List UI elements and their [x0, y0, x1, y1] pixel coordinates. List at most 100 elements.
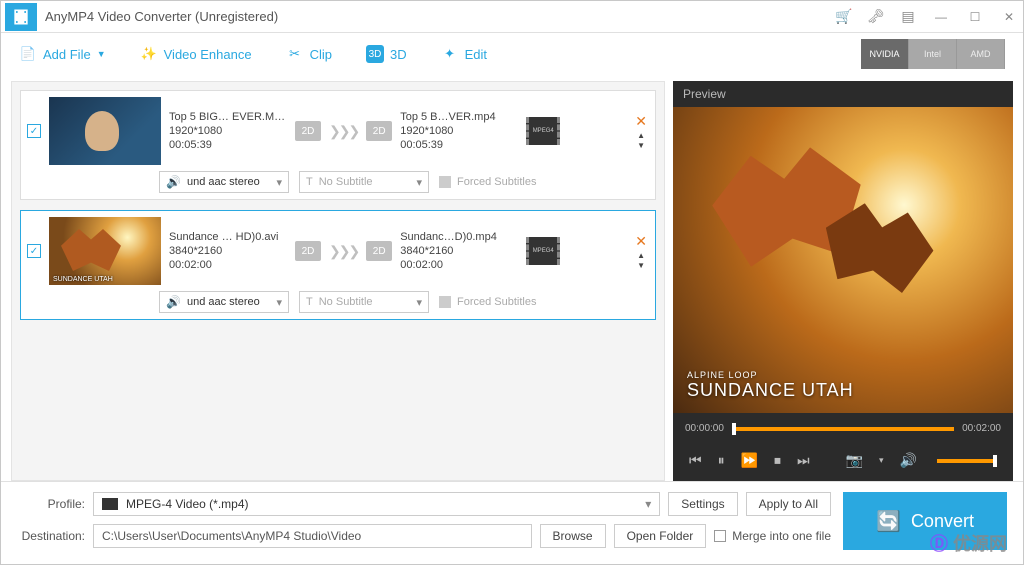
forced-subtitles-toggle[interactable]: Forced Subtitles — [439, 176, 536, 188]
thumbnail[interactable] — [49, 97, 161, 165]
move-up-icon[interactable]: ▲ — [637, 132, 645, 140]
seek-bar[interactable] — [732, 427, 954, 431]
key-icon[interactable]: 🗝 — [867, 8, 885, 26]
audio-select[interactable]: 🔊 und aac stereo ▾ — [159, 291, 289, 313]
apply-all-button[interactable]: Apply to All — [746, 492, 831, 516]
source-duration: 00:02:00 — [169, 259, 287, 271]
open-folder-button[interactable]: Open Folder — [614, 524, 707, 548]
chevron-down-icon: ▾ — [276, 296, 282, 309]
app-logo-icon — [5, 3, 37, 31]
audio-value: und aac stereo — [187, 296, 260, 308]
maximize-button[interactable]: ☐ — [965, 10, 985, 24]
checkbox-empty-icon — [714, 530, 726, 542]
video-enhance-button[interactable]: ✨ Video Enhance — [140, 45, 252, 63]
remove-item-button[interactable]: ✕ — [635, 233, 647, 250]
file-row[interactable]: ✓ SUNDANCE UTAH Sundance … HD)0.avi 3840… — [20, 210, 656, 320]
gpu-tabs: NVIDIA Intel AMD — [861, 39, 1005, 69]
main-area: ✓ Top 5 BIG… EVER.MP4 1920*1080 00:05:39… — [1, 75, 1023, 481]
audio-select[interactable]: 🔊 und aac stereo ▾ — [159, 171, 289, 193]
next-button[interactable]: ⏭ — [797, 452, 810, 469]
snapshot-button[interactable]: 📷 — [846, 452, 863, 469]
settings-button[interactable]: Settings — [668, 492, 737, 516]
profile-select[interactable]: MPEG-4 Video (*.mp4) ▾ — [93, 492, 660, 516]
audio-icon: 🔊 — [166, 175, 181, 189]
add-file-button[interactable]: 📄 Add File ▼ — [19, 45, 106, 63]
checkbox[interactable]: ✓ — [27, 244, 41, 258]
cart-icon[interactable]: 🛒 — [835, 8, 853, 26]
file-row[interactable]: ✓ Top 5 BIG… EVER.MP4 1920*1080 00:05:39… — [20, 90, 656, 200]
dest-filename: Top 5 B…VER.mp4 — [400, 111, 518, 123]
subtitle-select[interactable]: T No Subtitle ▾ — [299, 171, 429, 193]
time-current: 00:00:00 — [685, 423, 724, 434]
preview-caption-main: SUNDANCE UTAH — [687, 380, 854, 401]
format-icon[interactable]: MPEG4 — [526, 237, 560, 265]
dest-duration: 00:05:39 — [400, 139, 518, 151]
convert-button[interactable]: 🔄 Convert — [843, 492, 1007, 550]
edit-button[interactable]: ✦ Edit — [441, 45, 487, 63]
chevron-down-icon: ▾ — [416, 296, 422, 309]
browse-button[interactable]: Browse — [540, 524, 606, 548]
chevron-down-icon: ▾ — [416, 176, 422, 189]
stop-button[interactable]: ⏹ — [774, 452, 781, 469]
edit-label: Edit — [465, 47, 487, 62]
minimize-button[interactable]: — — [931, 10, 951, 24]
dest-duration: 00:02:00 — [400, 259, 518, 271]
arrow-icon: ❯❯❯ — [329, 243, 358, 260]
format-icon[interactable]: MPEG4 — [526, 117, 560, 145]
prev-button[interactable]: ⏮ — [689, 452, 702, 469]
timeline: 00:00:00 00:02:00 — [673, 413, 1013, 444]
preview-pane: Preview ALPINE LOOP SUNDANCE UTAH 00:00:… — [673, 81, 1013, 481]
move-down-icon[interactable]: ▼ — [637, 142, 645, 150]
clip-button[interactable]: ✂ Clip — [286, 45, 332, 63]
move-up-icon[interactable]: ▲ — [637, 252, 645, 260]
chevron-down-icon: ▾ — [645, 497, 651, 511]
preview-image[interactable]: ALPINE LOOP SUNDANCE UTAH — [673, 107, 1013, 413]
profile-icon — [102, 498, 118, 510]
remove-item-button[interactable]: ✕ — [635, 113, 647, 130]
snapshot-settings-button[interactable]: ▾ — [879, 455, 884, 466]
dest-resolution: 1920*1080 — [400, 125, 518, 137]
merge-label: Merge into one file — [732, 529, 831, 543]
audio-value: und aac stereo — [187, 176, 260, 188]
close-button[interactable]: ✕ — [999, 10, 1019, 24]
profile-value: MPEG-4 Video (*.mp4) — [126, 497, 249, 511]
3d-button[interactable]: 3D 3D — [366, 45, 407, 63]
gpu-tab-intel[interactable]: Intel — [909, 39, 957, 69]
toolbar: 📄 Add File ▼ ✨ Video Enhance ✂ Clip 3D 3… — [1, 33, 1023, 75]
gpu-tab-amd[interactable]: AMD — [957, 39, 1005, 69]
checkbox-empty-icon — [439, 296, 451, 308]
forced-subtitles-toggle[interactable]: Forced Subtitles — [439, 296, 536, 308]
destination-input[interactable]: C:\Users\User\Documents\AnyMP4 Studio\Vi… — [93, 524, 532, 548]
titlebar: AnyMP4 Video Converter (Unregistered) 🛒 … — [1, 1, 1023, 33]
move-down-icon[interactable]: ▼ — [637, 262, 645, 270]
pause-button[interactable]: ⏸ — [718, 452, 725, 469]
dest-resolution: 3840*2160 — [400, 245, 518, 257]
source-2d-badge: 2D — [295, 241, 321, 261]
seek-knob[interactable] — [732, 423, 736, 435]
profile-label: Profile: — [17, 497, 85, 511]
audio-icon: 🔊 — [166, 295, 181, 309]
source-filename: Top 5 BIG… EVER.MP4 — [169, 111, 287, 123]
thumbnail[interactable]: SUNDANCE UTAH — [49, 217, 161, 285]
file-list: ✓ Top 5 BIG… EVER.MP4 1920*1080 00:05:39… — [11, 81, 665, 481]
3d-icon: 3D — [366, 45, 384, 63]
subtitle-placeholder: No Subtitle — [319, 176, 373, 188]
fastfwd-button[interactable]: ⏩ — [741, 452, 758, 469]
volume-slider[interactable] — [937, 459, 997, 463]
subtitle-select[interactable]: T No Subtitle ▾ — [299, 291, 429, 313]
source-resolution: 1920*1080 — [169, 125, 287, 137]
checkbox[interactable]: ✓ — [27, 124, 41, 138]
preview-caption-sub: ALPINE LOOP — [687, 370, 854, 380]
menu-icon[interactable]: ▤ — [899, 8, 917, 26]
edit-icon: ✦ — [441, 45, 459, 63]
gpu-tab-nvidia[interactable]: NVIDIA — [861, 39, 909, 69]
merge-toggle[interactable]: Merge into one file — [714, 529, 831, 543]
volume-knob[interactable] — [993, 455, 997, 467]
convert-icon: 🔄 — [876, 509, 901, 534]
source-duration: 00:05:39 — [169, 139, 287, 151]
arrow-icon: ❯❯❯ — [329, 123, 358, 140]
volume-icon[interactable]: 🔊 — [900, 452, 917, 469]
subtitle-icon: T — [306, 296, 313, 308]
clip-label: Clip — [310, 47, 332, 62]
source-info: Sundance … HD)0.avi 3840*2160 00:02:00 — [169, 231, 287, 271]
